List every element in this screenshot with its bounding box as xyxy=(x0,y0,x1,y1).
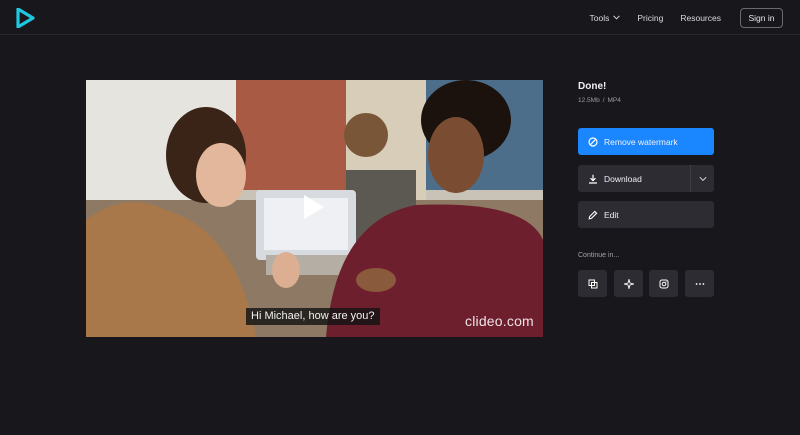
main-nav: Tools Pricing Resources Sign in xyxy=(590,0,800,35)
merge-icon xyxy=(588,279,597,288)
video-caption: Hi Michael, how are you? xyxy=(246,308,380,325)
continue-effects-button[interactable] xyxy=(614,270,643,297)
continue-instagram-button[interactable] xyxy=(649,270,678,297)
nav-tools[interactable]: Tools xyxy=(590,13,621,23)
sign-in-button[interactable]: Sign in xyxy=(740,7,783,28)
top-header: Tools Pricing Resources Sign in xyxy=(0,0,800,35)
file-meta-separator: / xyxy=(602,97,605,104)
continue-more-button[interactable] xyxy=(685,270,714,297)
more-icon xyxy=(695,282,704,285)
edit-button[interactable]: Edit xyxy=(578,201,714,228)
remove-watermark-label: Remove watermark xyxy=(604,136,678,147)
nav-tools-label: Tools xyxy=(589,12,610,23)
chevron-down-icon xyxy=(613,15,621,20)
download-options-toggle[interactable] xyxy=(690,165,714,192)
chevron-down-icon xyxy=(698,176,707,181)
no-sign-icon xyxy=(588,136,598,147)
continue-in-label: Continue in... xyxy=(578,252,620,259)
sparkle-icon xyxy=(623,278,634,289)
remove-watermark-button[interactable]: Remove watermark xyxy=(578,128,714,155)
play-icon[interactable] xyxy=(303,194,325,220)
done-title: Done! xyxy=(578,81,607,92)
clideo-logo-icon[interactable] xyxy=(15,8,35,28)
video-watermark: clideo.com xyxy=(465,313,534,329)
nav-resources[interactable]: Resources xyxy=(680,13,721,23)
instagram-icon xyxy=(659,279,668,288)
result-panel: Done! 12.5Mb / MP4 xyxy=(578,80,714,104)
pencil-icon xyxy=(588,210,598,219)
download-label: Download xyxy=(604,173,642,184)
file-size: 12.5Mb xyxy=(578,97,600,104)
file-meta: 12.5Mb / MP4 xyxy=(578,97,714,104)
download-icon xyxy=(589,174,597,184)
download-button[interactable]: Download xyxy=(578,165,714,192)
continue-merge-button[interactable] xyxy=(578,270,607,297)
video-preview[interactable] xyxy=(86,80,543,337)
file-format: MP4 xyxy=(607,97,621,104)
nav-pricing[interactable]: Pricing xyxy=(637,13,663,23)
edit-label: Edit xyxy=(604,209,619,220)
